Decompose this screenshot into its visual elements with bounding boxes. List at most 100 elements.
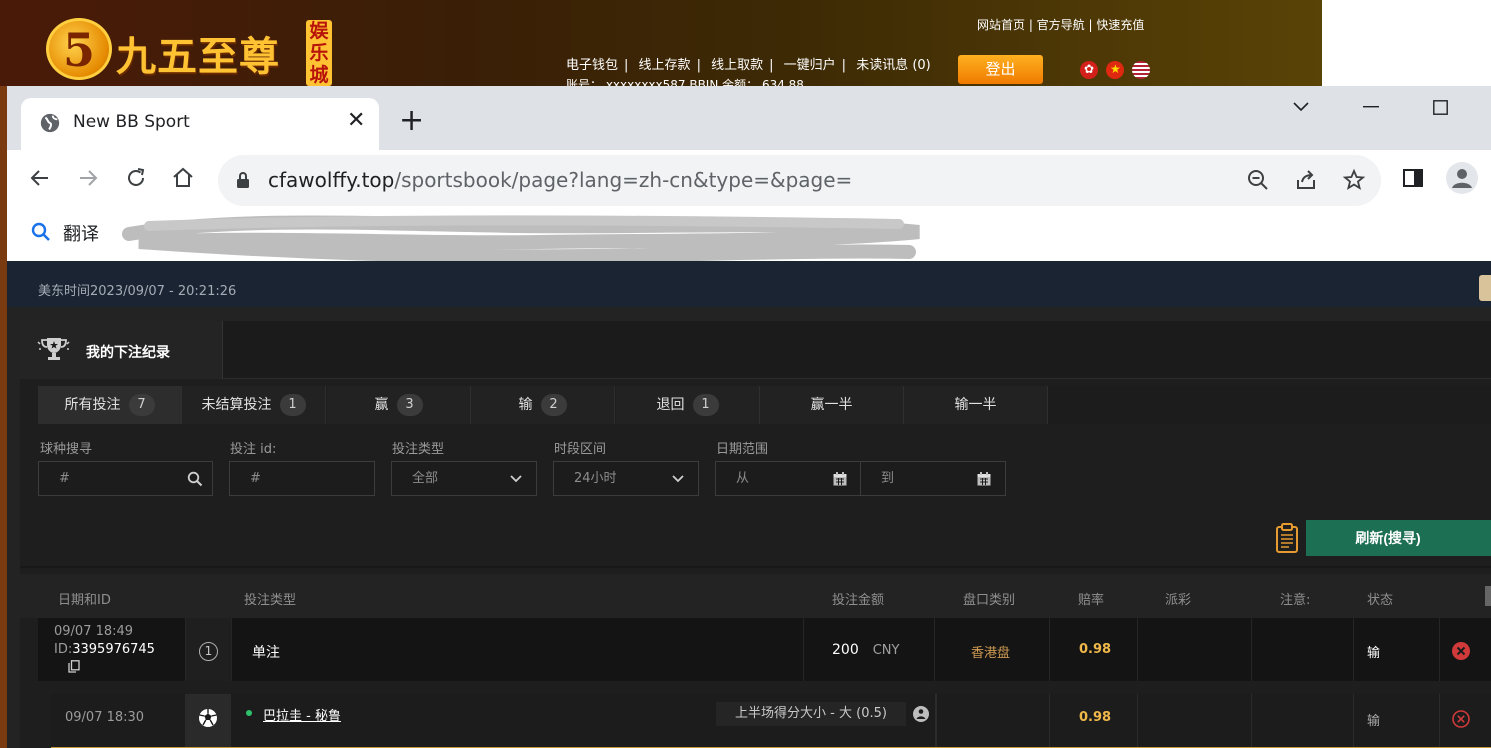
us-flag-icon[interactable]: [1132, 61, 1150, 79]
live-dot-icon: [246, 710, 252, 716]
match-link[interactable]: 巴拉圭 - 秘鲁: [263, 705, 341, 724]
refresh-search-button[interactable]: 刷新(搜寻): [1306, 520, 1491, 556]
col-amount: 投注金额: [832, 593, 885, 608]
site-top-links[interactable]: 网站首页 | 官方导航 | 快速充值: [977, 16, 1144, 33]
forward-icon[interactable]: [76, 166, 100, 190]
search-icon[interactable]: [187, 471, 203, 487]
reload-icon[interactable]: [124, 166, 148, 190]
zoom-out-icon[interactable]: [1246, 168, 1270, 192]
leg-odds: 0.98: [1079, 710, 1112, 725]
count-badge: 1: [692, 394, 719, 416]
bet-record-panel: 我的下注纪录 所有投注 7 未结算投注 1 赢3 输2 退回 1 赢一半 输一半 球种…: [20, 321, 1491, 748]
side-panel-icon[interactable]: [1401, 166, 1425, 190]
amount-value: 200: [832, 642, 859, 658]
cell-legs: 1: [186, 618, 232, 681]
count-badge: 3: [396, 394, 423, 416]
profile-avatar-icon[interactable]: [1446, 162, 1478, 194]
chevron-down-icon: [510, 475, 522, 483]
bet-odds: 0.98: [1079, 642, 1112, 657]
cell-leg-market: [935, 694, 1050, 747]
tab-search-icon[interactable]: [1293, 102, 1309, 112]
browser-chrome: New BB Sport ✕ + cfawolffy.top/sportsboo…: [7, 86, 1491, 264]
site-logo-text: 九五至尊: [116, 33, 280, 80]
logo-badge-text: 娱乐城: [309, 20, 329, 86]
panel-title: 我的下注纪录: [86, 345, 170, 361]
transfer-link[interactable]: 一键归户: [784, 58, 836, 73]
share-icon[interactable]: [1294, 168, 1318, 192]
search-icon[interactable]: [31, 222, 51, 242]
url-path: /sportsbook/page?lang=zh-cn&type=&page=: [394, 168, 853, 192]
new-tab-icon[interactable]: +: [399, 106, 424, 136]
bet-type-select[interactable]: 全部: [391, 461, 537, 496]
chevron-down-icon: [672, 475, 684, 483]
info-icon[interactable]: [913, 706, 929, 722]
hk-flag-icon[interactable]: ✿: [1080, 61, 1098, 79]
tab-half-lose[interactable]: 输一半: [904, 386, 1048, 424]
logout-button[interactable]: 登出: [958, 55, 1043, 84]
col-status: 状态: [1367, 593, 1394, 608]
calendar-icon[interactable]: [832, 471, 848, 487]
bookmarks-bar: 翻译: [7, 206, 1491, 264]
bet-type-label: 投注类型: [392, 442, 445, 457]
tab-win[interactable]: 赢3: [327, 386, 471, 424]
messages-link[interactable]: 未读讯息 (0): [856, 58, 931, 73]
currency: CNY: [872, 643, 900, 658]
tab-unsettled[interactable]: 未结算投注 1: [182, 386, 326, 424]
period-select[interactable]: 24小时: [553, 461, 699, 496]
bet-id: ID:3395976745: [54, 642, 155, 657]
tab-my-bets[interactable]: 我的下注纪录: [20, 321, 223, 379]
tab-half-win[interactable]: 赢一半: [760, 386, 904, 424]
bet-status: 输: [1367, 646, 1381, 661]
bet-id-label: 投注 id:: [230, 442, 277, 457]
date-to-input[interactable]: 到: [860, 461, 1006, 496]
cn-flag-icon[interactable]: ★: [1106, 61, 1124, 79]
address-bar[interactable]: cfawolffy.top/sportsbook/page?lang=zh-cn…: [218, 155, 1381, 206]
market-type: 香港盘: [971, 646, 1011, 661]
cell-leg-odds: 0.98: [1050, 694, 1138, 747]
table-row[interactable]: 09/07 18:49 ID:3395976745 1 单注 200 CNY 香港…: [38, 618, 1491, 681]
minimize-icon[interactable]: [1363, 106, 1379, 108]
bookmark-translate[interactable]: 翻译: [63, 220, 99, 246]
cell-sport: [185, 694, 231, 747]
lock-icon[interactable]: [236, 171, 250, 189]
tab-label: 输一半: [954, 397, 997, 413]
tab-lose[interactable]: 输2: [471, 386, 615, 424]
bet-id-input[interactable]: #: [229, 461, 375, 496]
clipboard-icon[interactable]: [1275, 523, 1299, 553]
leg-status: 输: [1367, 714, 1381, 729]
withdraw-link[interactable]: 线上取款: [711, 58, 763, 73]
trophy-icon: [37, 338, 70, 360]
col-date-id: 日期和ID: [58, 593, 111, 608]
col-odds: 赔率: [1078, 593, 1105, 608]
bet-type-value: 全部: [412, 471, 439, 486]
url-text[interactable]: cfawolffy.top/sportsbook/page?lang=zh-cn…: [268, 168, 852, 192]
count-badge: 1: [279, 394, 306, 416]
scrollbar[interactable]: [1485, 586, 1491, 606]
maximize-icon[interactable]: [1433, 100, 1448, 115]
side-handle[interactable]: [1479, 275, 1491, 301]
soccer-ball-icon: [199, 709, 217, 727]
browser-tab[interactable]: New BB Sport ✕: [21, 98, 379, 150]
date-from-input[interactable]: 从: [715, 461, 861, 496]
bookmark-star-icon[interactable]: [1342, 168, 1366, 192]
deposit-link[interactable]: 线上存款: [639, 58, 691, 73]
tab-refund[interactable]: 退回 1: [616, 386, 760, 424]
sport-search-label: 球种搜寻: [40, 442, 93, 457]
col-note: 注意:: [1280, 593, 1311, 608]
cell-note: [1252, 618, 1354, 681]
tab-all-bets[interactable]: 所有投注 7: [38, 386, 182, 424]
back-icon[interactable]: [28, 166, 52, 190]
calendar-icon[interactable]: [976, 471, 992, 487]
sport-search-input[interactable]: #: [38, 461, 213, 496]
e-wallet-link[interactable]: 电子钱包: [566, 58, 618, 73]
bet-id-placeholder: #: [250, 471, 261, 486]
cell-leg-note: [1252, 694, 1354, 747]
home-icon[interactable]: [171, 166, 195, 190]
cell-payout: [1138, 618, 1252, 681]
tab-close-icon[interactable]: ✕: [347, 108, 365, 134]
table-row-leg[interactable]: 09/07 18:30 巴拉圭 - 秘鲁 上半场得分大小 - 大 (0.5) 0…: [51, 694, 1491, 748]
date-range-label: 日期范围: [716, 442, 769, 457]
site-header: 5 九五至尊 娱乐城 网站首页 | 官方导航 | 快速充值 电子钱包 | 线上存款…: [0, 0, 1322, 92]
copy-icon[interactable]: [68, 660, 80, 673]
tab-label: 未结算投注: [201, 397, 272, 413]
